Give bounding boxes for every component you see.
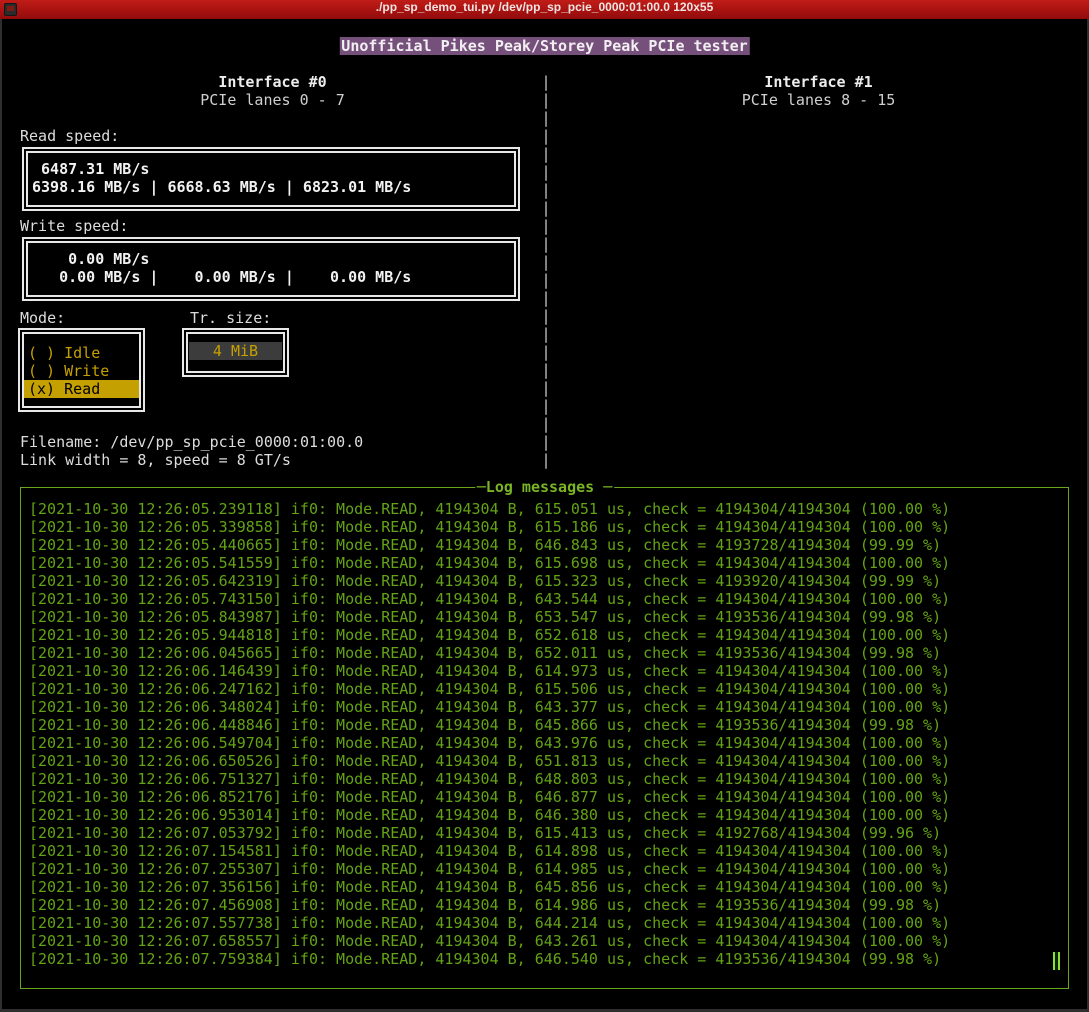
log-panel: Log messages [2021-10-30 12:26:05.239118… (20, 487, 1069, 989)
log-line: [2021-10-30 12:26:05.944818] if0: Mode.R… (29, 626, 1054, 644)
log-line: [2021-10-30 12:26:06.247162] if0: Mode.R… (29, 680, 1054, 698)
log-line: [2021-10-30 12:26:05.642319] if0: Mode.R… (29, 572, 1054, 590)
mode-label: Mode: (20, 309, 65, 327)
write-speed-label: Write speed: (20, 217, 128, 235)
transfer-size-label: Tr. size: (190, 309, 271, 327)
device-link-info: Link width = 8, speed = 8 GT/s (20, 451, 291, 469)
separator-char: | (541, 451, 551, 469)
log-line: [2021-10-30 12:26:06.146439] if0: Mode.R… (29, 662, 1054, 680)
separator-char: | (541, 109, 551, 127)
separator-char: | (541, 199, 551, 217)
log-line: [2021-10-30 12:26:06.751327] if0: Mode.R… (29, 770, 1054, 788)
log-line: [2021-10-30 12:26:05.541559] if0: Mode.R… (29, 554, 1054, 572)
separator-char: | (541, 307, 551, 325)
log-panel-title: Log messages (475, 478, 614, 496)
window-title: ./pp_sp_demo_tui.py /dev/pp_sp_pcie_0000… (0, 0, 1089, 19)
mode-radio-group: ( ) Idle( ) Write(x) Read (18, 328, 145, 412)
interface1-lanes: PCIe lanes 8 - 15 (554, 91, 1083, 109)
log-line: [2021-10-30 12:26:06.953014] if0: Mode.R… (29, 806, 1054, 824)
log-line: [2021-10-30 12:26:06.448846] if0: Mode.R… (29, 716, 1054, 734)
log-line: [2021-10-30 12:26:05.843987] if0: Mode.R… (29, 608, 1054, 626)
separator-char: | (541, 271, 551, 289)
log-line: [2021-10-30 12:26:05.743150] if0: Mode.R… (29, 590, 1054, 608)
log-line: [2021-10-30 12:26:07.053792] if0: Mode.R… (29, 824, 1054, 842)
log-line: [2021-10-30 12:26:06.852176] if0: Mode.R… (29, 788, 1054, 806)
mode-option[interactable]: ( ) Idle (24, 344, 139, 362)
separator-char: | (541, 181, 551, 199)
interface1-header: Interface #1 PCIe lanes 8 - 15 (554, 73, 1083, 109)
interface0-lanes: PCIe lanes 0 - 7 (2, 91, 543, 109)
separator-char: | (541, 127, 551, 145)
log-line: [2021-10-30 12:26:05.239118] if0: Mode.R… (29, 500, 1054, 518)
log-line: [2021-10-30 12:26:05.339858] if0: Mode.R… (29, 518, 1054, 536)
separator-char: | (541, 379, 551, 397)
log-line: [2021-10-30 12:26:06.348024] if0: Mode.R… (29, 698, 1054, 716)
log-line: [2021-10-30 12:26:07.557738] if0: Mode.R… (29, 914, 1054, 932)
read-speed-stats: 6398.16 MB/s | 6668.63 MB/s | 6823.01 MB… (32, 178, 514, 196)
separator-char: | (541, 289, 551, 307)
terminal: Unofficial Pikes Peak/Storey Peak PCIe t… (2, 19, 1087, 1009)
interface0-header: Interface #0 PCIe lanes 0 - 7 (2, 73, 543, 109)
interface0-name: Interface #0 (2, 73, 543, 91)
log-line: [2021-10-30 12:26:07.759384] if0: Mode.R… (29, 950, 1054, 968)
separator-char: | (541, 253, 551, 271)
log-lines[interactable]: [2021-10-30 12:26:05.239118] if0: Mode.R… (29, 500, 1054, 982)
separator-char: | (541, 361, 551, 379)
mode-option[interactable]: ( ) Write (24, 362, 139, 380)
app-header: Unofficial Pikes Peak/Storey Peak PCIe t… (339, 37, 749, 55)
read-speed-current: 6487.31 MB/s (32, 160, 514, 178)
separator-char: | (541, 433, 551, 451)
separator-char: | (541, 415, 551, 433)
mode-options: ( ) Idle( ) Write(x) Read (24, 344, 139, 398)
separator-char: | (541, 145, 551, 163)
log-line: [2021-10-30 12:26:07.154581] if0: Mode.R… (29, 842, 1054, 860)
write-speed-stats: 0.00 MB/s | 0.00 MB/s | 0.00 MB/s (32, 268, 514, 286)
app-window: ./pp_sp_demo_tui.py /dev/pp_sp_pcie_0000… (0, 0, 1089, 1012)
log-line: [2021-10-30 12:26:07.356156] if0: Mode.R… (29, 878, 1054, 896)
separator-char: | (541, 217, 551, 235)
write-speed-current: 0.00 MB/s (32, 250, 514, 268)
mode-option[interactable]: (x) Read (24, 380, 139, 398)
read-speed-label: Read speed: (20, 127, 119, 145)
interface1-name: Interface #1 (554, 73, 1083, 91)
log-line: [2021-10-30 12:26:05.440665] if0: Mode.R… (29, 536, 1054, 554)
log-line: [2021-10-30 12:26:07.255307] if0: Mode.R… (29, 860, 1054, 878)
device-filename: Filename: /dev/pp_sp_pcie_0000:01:00.0 (20, 433, 363, 451)
log-line: [2021-10-30 12:26:06.549704] if0: Mode.R… (29, 734, 1054, 752)
write-speed-box: 0.00 MB/s 0.00 MB/s | 0.00 MB/s | 0.00 M… (22, 237, 520, 301)
separator-char: | (541, 235, 551, 253)
transfer-size-field[interactable]: 4 MiB (189, 342, 282, 360)
column-separator: |||||||||||||||||||||| (541, 73, 551, 469)
log-scrollbar[interactable] (1053, 952, 1060, 970)
log-line: [2021-10-30 12:26:06.650526] if0: Mode.R… (29, 752, 1054, 770)
separator-char: | (541, 73, 551, 91)
log-line: [2021-10-30 12:26:06.045665] if0: Mode.R… (29, 644, 1054, 662)
separator-char: | (541, 325, 551, 343)
log-line: [2021-10-30 12:26:07.658557] if0: Mode.R… (29, 932, 1054, 950)
log-line: [2021-10-30 12:26:07.456908] if0: Mode.R… (29, 896, 1054, 914)
separator-char: | (541, 343, 551, 361)
separator-char: | (541, 91, 551, 109)
transfer-size-box: 4 MiB (182, 328, 289, 377)
separator-char: | (541, 163, 551, 181)
separator-char: | (541, 397, 551, 415)
window-titlebar[interactable]: ./pp_sp_demo_tui.py /dev/pp_sp_pcie_0000… (0, 0, 1089, 19)
read-speed-box: 6487.31 MB/s 6398.16 MB/s | 6668.63 MB/s… (22, 147, 520, 211)
